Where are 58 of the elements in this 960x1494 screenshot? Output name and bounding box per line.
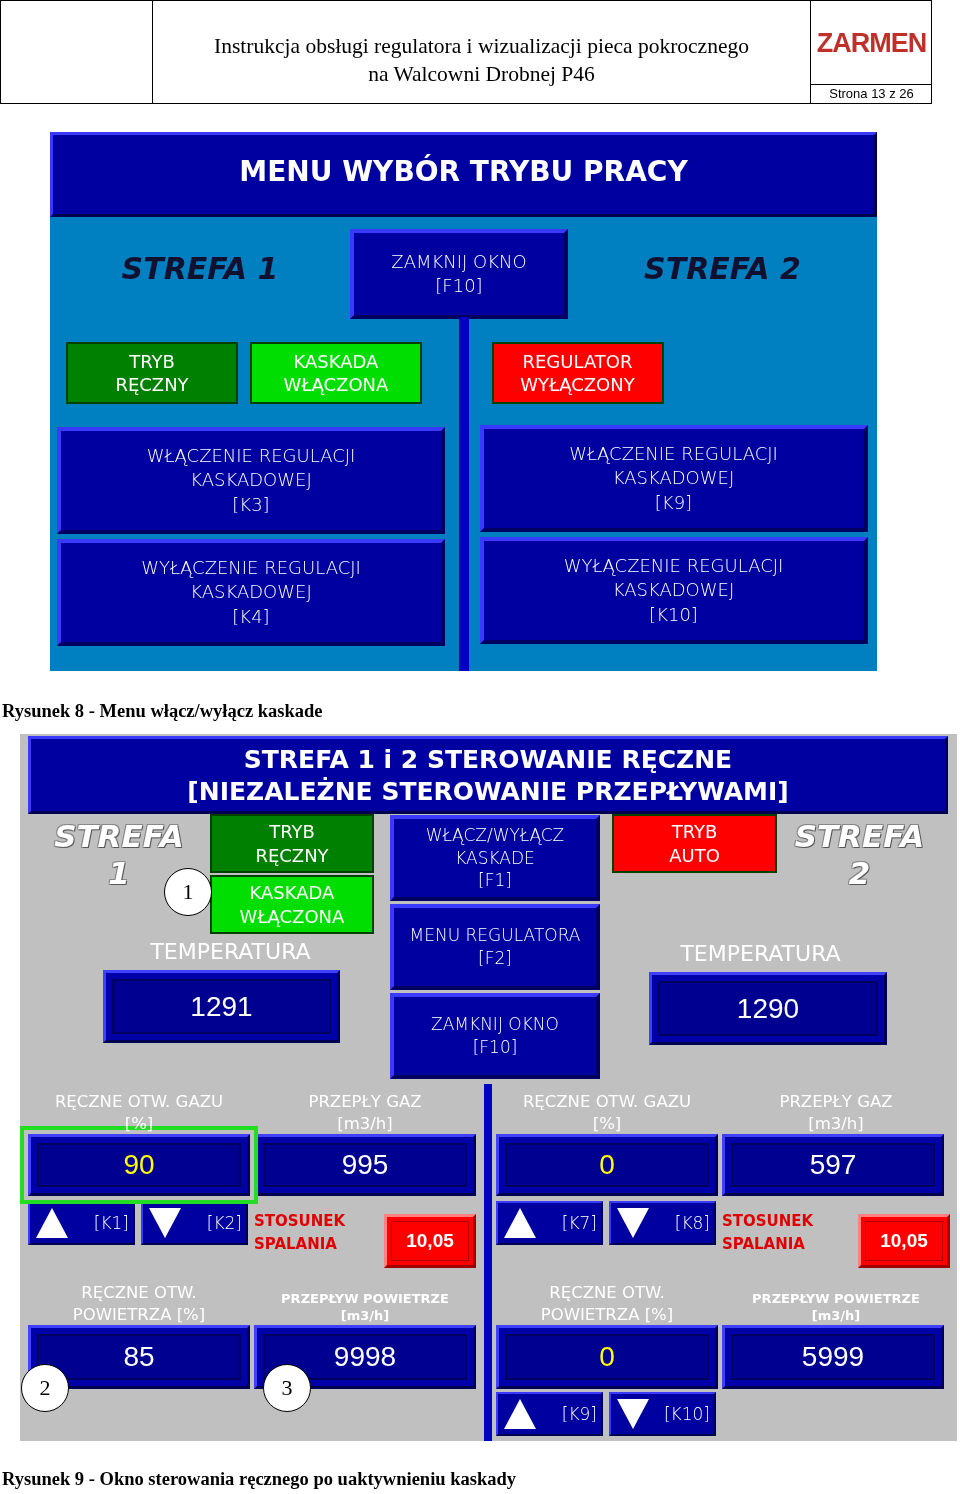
document-title: Instrukcja obsługi regulatora i wizualizacji pieca pokrocznego na Walcowni Drobnej P46 bbox=[213, 33, 750, 88]
ratio-label: STOSUNEK SPALANIA bbox=[722, 1211, 814, 1255]
command-button[interactable]: MENU REGULATORA [F2] bbox=[390, 904, 600, 990]
down-triangle-icon bbox=[149, 1208, 181, 1238]
callout-number: 2 bbox=[21, 1364, 69, 1412]
up-triangle-icon bbox=[504, 1208, 536, 1238]
screen-title: MENU WYBÓR TRYBU PRACY bbox=[50, 132, 877, 217]
command-button[interactable]: WŁĄCZ/WYŁĄCZ KASKADE [F1] bbox=[390, 815, 600, 901]
field-label: RĘCZNE OTW. POWIETRZA [%] bbox=[539, 1282, 675, 1325]
status-indicator: REGULATOR WYŁĄCZONY bbox=[491, 342, 664, 404]
screen-title: STREFA 1 i 2 STEROWANIE RĘCZNE [NIEZALEŻNE STEROWANIE PRZEPŁYWAMI] bbox=[28, 736, 948, 814]
value-display: 5999 bbox=[722, 1325, 944, 1389]
field-label: PRZEPŁY GAZ [m3/h] bbox=[307, 1091, 423, 1134]
down-triangle-icon bbox=[617, 1399, 649, 1429]
command-button[interactable]: WYŁĄCZENIE REGULACJI KASKADOWEJ [K10] bbox=[479, 537, 868, 644]
temperature-display: 1291 bbox=[103, 970, 340, 1043]
field-label: PRZEPŁYW POWIETRZE [m3/h] bbox=[751, 1291, 921, 1325]
ratio-value: 10,05 bbox=[384, 1214, 476, 1268]
decrease-button[interactable]: [K8] bbox=[609, 1201, 716, 1245]
company-logo: ZARMEN bbox=[815, 26, 928, 60]
status-indicator: TRYB RĘCZNY bbox=[66, 342, 238, 404]
up-triangle-icon bbox=[504, 1399, 536, 1429]
temperature-display: 1290 bbox=[649, 972, 887, 1045]
ratio-value: 10,05 bbox=[858, 1214, 950, 1268]
command-button[interactable]: ZAMKNIJ OKNO [F10] bbox=[390, 993, 600, 1079]
status-indicator: KASKADA WŁĄCZONA bbox=[250, 342, 422, 404]
up-triangle-icon bbox=[36, 1208, 68, 1238]
increase-button[interactable]: [K7] bbox=[496, 1201, 603, 1245]
field-label: RĘCZNE OTW. GAZU [%] bbox=[521, 1091, 693, 1134]
decrease-button[interactable]: [K10] bbox=[609, 1392, 716, 1436]
field-label: PRZEPŁYW POWIETRZE [m3/h] bbox=[280, 1291, 450, 1325]
down-triangle-icon bbox=[617, 1208, 649, 1238]
increase-button[interactable]: [K1] bbox=[28, 1201, 135, 1245]
status-indicator: TRYB RĘCZNY bbox=[210, 814, 374, 873]
command-button[interactable]: WYŁĄCZENIE REGULACJI KASKADOWEJ [K4] bbox=[57, 539, 445, 646]
status-indicator: TRYB AUTO bbox=[612, 814, 777, 873]
status-indicator: KASKADA WŁĄCZONA bbox=[210, 875, 374, 934]
figure-caption: Rysunek 9 - Okno sterowania ręcznego po uaktywnieniu kaskady bbox=[1, 1469, 517, 1490]
zone-title: STREFA 2 bbox=[643, 249, 802, 288]
figure-caption: Rysunek 8 - Menu włącz/wyłącz kaskade bbox=[1, 701, 324, 722]
value-display[interactable]: 0 bbox=[496, 1134, 718, 1196]
value-display[interactable]: 0 bbox=[496, 1325, 718, 1389]
temperature-label: TEMPERATURA bbox=[679, 941, 842, 966]
zone-title: STREFA 2 bbox=[794, 818, 925, 893]
ratio-label: STOSUNEK SPALANIA bbox=[254, 1211, 346, 1255]
zone-title: STREFA 1 bbox=[120, 249, 280, 288]
command-button[interactable]: WŁĄCZENIE REGULACJI KASKADOWEJ [K9] bbox=[479, 425, 868, 532]
callout-number: 1 bbox=[164, 868, 212, 916]
increase-button[interactable]: [K9] bbox=[496, 1392, 603, 1436]
close-button[interactable]: ZAMKNIJ OKNO [F10] bbox=[350, 229, 568, 319]
page-number: Strona 13 z 26 bbox=[811, 84, 932, 103]
command-button[interactable]: WŁĄCZENIE REGULACJI KASKADOWEJ [K3] bbox=[57, 427, 445, 534]
temperature-label: TEMPERATURA bbox=[149, 939, 312, 964]
value-display: 597 bbox=[722, 1134, 944, 1196]
field-label: PRZEPŁY GAZ [m3/h] bbox=[778, 1091, 894, 1134]
decrease-button[interactable]: [K2] bbox=[141, 1201, 248, 1245]
field-label: RĘCZNE OTW. POWIETRZA [%] bbox=[71, 1282, 207, 1325]
value-display[interactable]: 90 bbox=[28, 1134, 250, 1196]
